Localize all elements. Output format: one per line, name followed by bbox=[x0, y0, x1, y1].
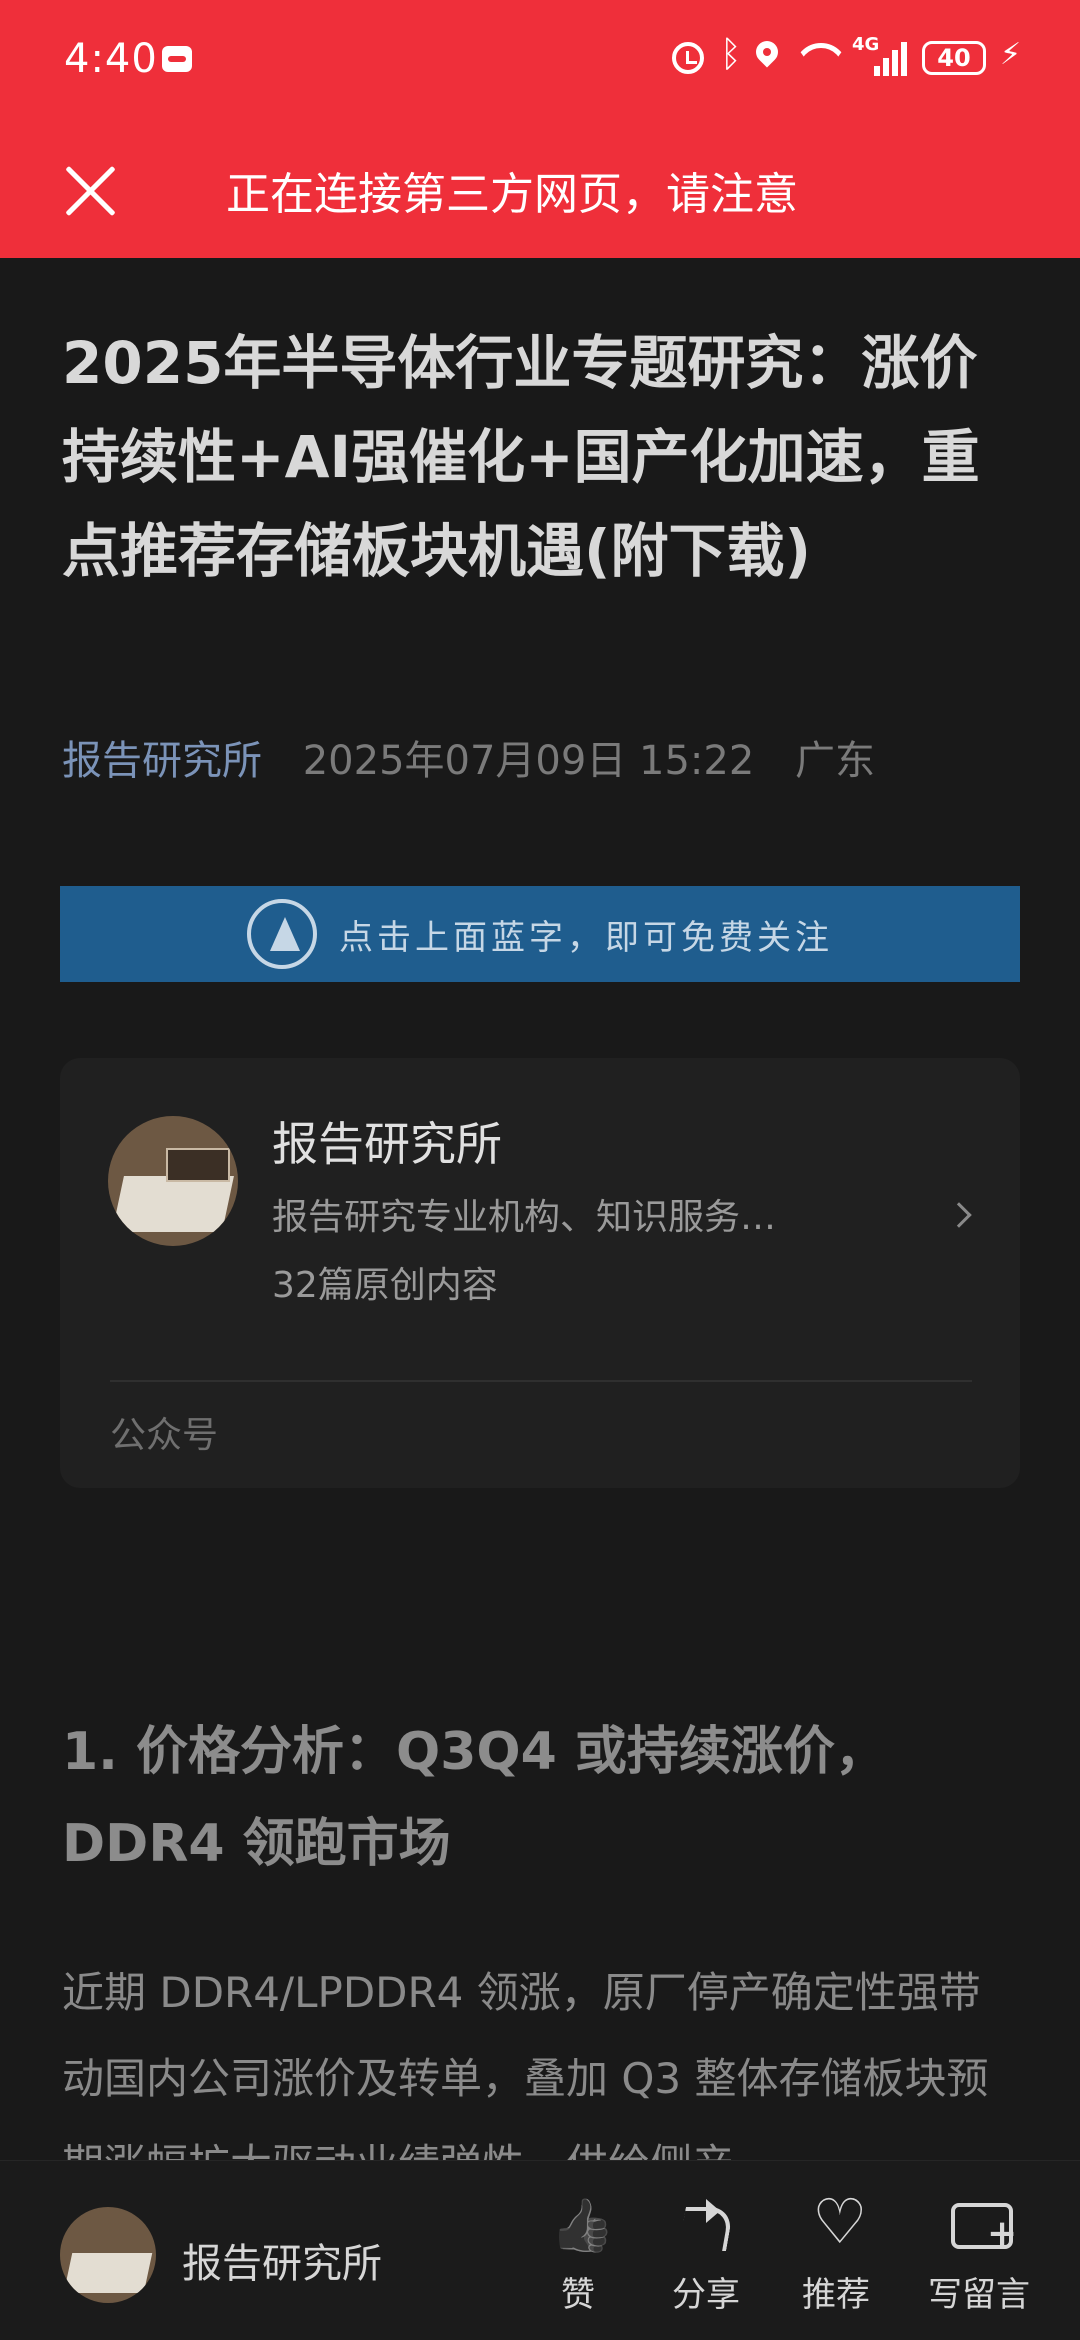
webview-header: 正在连接第三方网页，请注意 bbox=[0, 120, 1080, 258]
status-time: 4:40 bbox=[64, 36, 158, 82]
bottom-avatar[interactable] bbox=[60, 2207, 156, 2303]
cellular-signal-icon: 4G bbox=[852, 34, 908, 76]
account-type: 公众号 bbox=[110, 1415, 219, 1456]
header-title: 正在连接第三方网页，请注意 bbox=[226, 169, 798, 220]
publish-location: 广东 bbox=[795, 738, 876, 784]
follow-banner[interactable]: 点击上面蓝字，即可免费关注 bbox=[60, 886, 1020, 982]
comment-button[interactable]: 写留言 bbox=[914, 2197, 1044, 2327]
share-label: 分享 bbox=[672, 2275, 740, 2315]
original-count: 32篇原创内容 bbox=[272, 1265, 498, 1306]
bottom-action-bar: 报告研究所 赞 分享 推荐 写留言 bbox=[0, 2160, 1080, 2340]
app-notification-icon bbox=[162, 46, 192, 72]
share-icon bbox=[676, 2197, 736, 2257]
account-name: 报告研究所 bbox=[272, 1117, 502, 1171]
like-label: 赞 bbox=[561, 2275, 595, 2315]
charging-icon bbox=[1000, 37, 1021, 75]
article-title: 2025年半导体行业专题研究：涨价持续性+AI强催化+国产化加速，重点推荐存储板… bbox=[62, 329, 980, 585]
heart-icon bbox=[806, 2185, 868, 2258]
alarm-icon bbox=[672, 42, 704, 74]
follow-banner-text: 点击上面蓝字，即可免费关注 bbox=[339, 917, 833, 958]
page: 4:40 4G 40 正在连接第三方网页，请注意 bbox=[0, 0, 1080, 2340]
author-link[interactable]: 报告研究所 bbox=[62, 738, 262, 784]
section-heading: 1. 价格分析：Q3Q4 或持续涨价，DDR4 领跑市场 bbox=[62, 1722, 887, 1874]
location-icon bbox=[754, 41, 780, 75]
recommend-label: 推荐 bbox=[802, 2275, 870, 2315]
chevron-right-icon bbox=[946, 1202, 972, 1228]
avatar bbox=[108, 1116, 238, 1246]
battery-icon: 40 bbox=[922, 41, 986, 75]
comment-label: 写留言 bbox=[928, 2275, 1030, 2315]
comment-icon bbox=[949, 2197, 1017, 2257]
divider bbox=[110, 1380, 972, 1382]
arrow-up-icon bbox=[247, 899, 317, 969]
recommend-button[interactable]: 推荐 bbox=[786, 2185, 886, 2327]
top-bar: 4:40 4G 40 正在连接第三方网页，请注意 bbox=[0, 0, 1080, 258]
bottom-account-name[interactable]: 报告研究所 bbox=[182, 2231, 382, 2289]
status-bar: 4:40 4G 40 bbox=[0, 0, 1080, 120]
wifi-icon bbox=[794, 41, 838, 75]
like-button[interactable]: 赞 bbox=[528, 2197, 628, 2327]
publish-date: 2025年07月09日 15:22 bbox=[302, 738, 755, 784]
article-meta: 报告研究所 2025年07月09日 15:22 广东 bbox=[62, 728, 875, 786]
status-icons: 4G 40 bbox=[672, 34, 1021, 80]
share-button[interactable]: 分享 bbox=[656, 2197, 756, 2327]
account-description: 报告研究专业机构、知识服务… bbox=[272, 1197, 777, 1238]
signal-bars bbox=[874, 42, 908, 76]
account-card[interactable]: 报告研究所 报告研究专业机构、知识服务… 32篇原创内容 公众号 bbox=[60, 1058, 1020, 1488]
close-icon[interactable] bbox=[62, 162, 118, 218]
bluetooth-icon bbox=[718, 34, 742, 76]
thumbs-up-icon bbox=[548, 2197, 608, 2257]
